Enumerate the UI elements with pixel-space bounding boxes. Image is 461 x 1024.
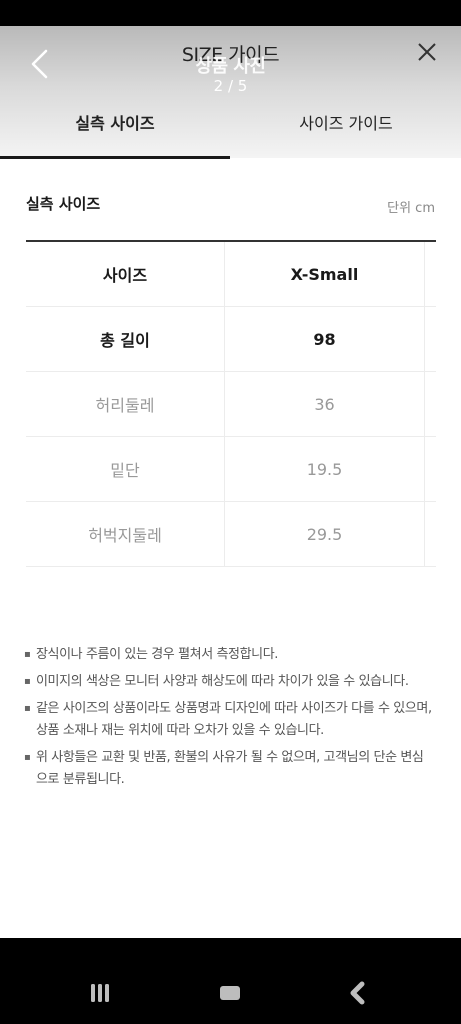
photo-counter: 2 / 5 (213, 77, 248, 95)
row-label: 허벅지둘레 (26, 502, 225, 566)
bullet-icon: ▪ (24, 676, 31, 687)
recent-apps-button[interactable] (82, 978, 118, 1008)
row-value: 36 (225, 372, 425, 436)
table-spacer (425, 307, 436, 371)
table-row: 총 길이 98 (26, 307, 436, 372)
table-spacer (425, 242, 436, 306)
table-spacer (425, 502, 436, 566)
note-text: 이미지의 색상은 모니터 사양과 해상도에 따라 차이가 있을 수 있습니다. (36, 674, 409, 689)
table-spacer (425, 372, 436, 436)
note-item: ▪ 같은 사이즈의 상품이라도 상품명과 디자인에 따라 사이즈가 다를 수 있… (24, 698, 434, 742)
table-row: 밑단 19.5 (26, 437, 436, 502)
active-tab-indicator (0, 156, 230, 159)
row-value: 29.5 (225, 502, 425, 566)
table-spacer (425, 437, 436, 501)
recent-apps-icon (91, 984, 109, 1002)
bullet-icon: ▪ (24, 649, 31, 660)
system-nav-bar (0, 938, 461, 1024)
note-text: 장식이나 주름이 있는 경우 펼쳐서 측정합니다. (36, 647, 279, 662)
header: SIZE 가이드 상품 사진 2 / 5 실측 사이즈 사이즈 가이드 (0, 26, 461, 159)
tab-size-guide[interactable]: 사이즈 가이드 (231, 110, 461, 134)
unit-label: 단위 cm (387, 201, 435, 216)
table-row: 허리둘레 36 (26, 372, 436, 437)
size-table: 사이즈 X-Small 총 길이 98 허리둘레 36 밑단 19.5 허벅지둘… (26, 240, 436, 567)
row-value: 19.5 (225, 437, 425, 501)
note-item: ▪ 이미지의 색상은 모니터 사양과 해상도에 따라 차이가 있을 수 있습니다… (24, 671, 434, 693)
section-title: 실측 사이즈 (26, 195, 101, 213)
back-button[interactable] (340, 978, 376, 1008)
row-label: 총 길이 (26, 307, 225, 371)
home-icon (220, 986, 240, 1000)
row-label: 허리둘레 (26, 372, 225, 436)
photo-title: 상품 사진 (195, 56, 266, 77)
home-button[interactable] (212, 978, 248, 1008)
bullet-icon: ▪ (24, 752, 31, 763)
size-guide-screen: SIZE 가이드 상품 사진 2 / 5 실측 사이즈 사이즈 가이드 실측 사… (0, 26, 461, 938)
close-icon[interactable] (415, 40, 439, 64)
back-icon (350, 981, 365, 1005)
table-row: 허벅지둘레 29.5 (26, 502, 436, 567)
notes-list: ▪ 장식이나 주름이 있는 경우 펼쳐서 측정합니다. ▪ 이미지의 색상은 모… (24, 644, 434, 796)
note-text: 위 사항들은 교환 및 반품, 환불의 사유가 될 수 없으며, 고객님의 단순… (36, 750, 424, 787)
row-label: 밑단 (26, 437, 225, 501)
row-value: 98 (225, 307, 425, 371)
note-item: ▪ 위 사항들은 교환 및 반품, 환불의 사유가 될 수 없으며, 고객님의 … (24, 747, 434, 791)
note-item: ▪ 장식이나 주름이 있는 경우 펼쳐서 측정합니다. (24, 644, 434, 666)
table-header-row: 사이즈 X-Small (26, 242, 436, 307)
tab-actual-size[interactable]: 실측 사이즈 (0, 110, 230, 134)
note-text: 같은 사이즈의 상품이라도 상품명과 디자인에 따라 사이즈가 다를 수 있으며… (36, 701, 432, 738)
table-header-size: X-Small (225, 242, 425, 306)
bullet-icon: ▪ (24, 703, 31, 714)
table-header-label: 사이즈 (26, 242, 225, 306)
